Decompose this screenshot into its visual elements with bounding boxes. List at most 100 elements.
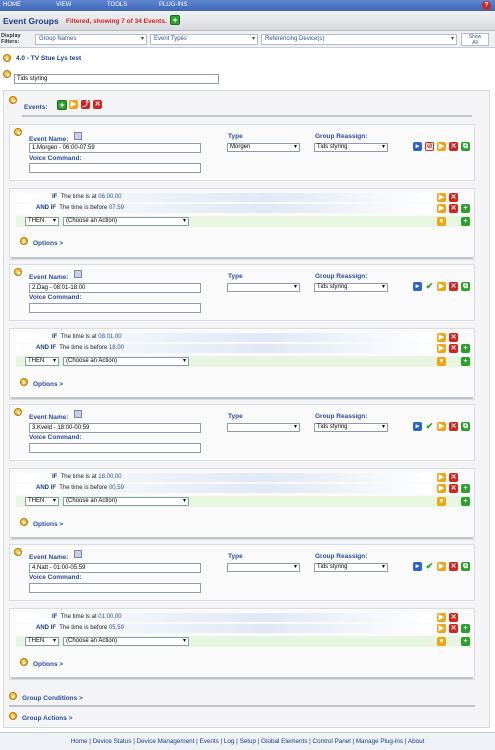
delete-group-icon[interactable]: ✕ xyxy=(93,100,102,109)
add-condition-icon[interactable]: + xyxy=(461,344,470,353)
delete-event-icon[interactable]: ✕ xyxy=(449,422,458,431)
collapse-action-icon[interactable]: ▾ xyxy=(437,357,446,366)
test-event-icon[interactable]: ▸ xyxy=(413,142,422,151)
run-condition-icon[interactable]: ▶ xyxy=(437,624,446,633)
add-condition-icon[interactable]: + xyxy=(461,624,470,633)
event-types-filter[interactable]: Event Types xyxy=(150,34,258,45)
options-link[interactable]: Options > xyxy=(33,521,63,528)
group-reassign-select[interactable]: Tids styring xyxy=(314,143,388,152)
options-link[interactable]: Options > xyxy=(33,661,63,668)
then-select[interactable]: THEN xyxy=(25,217,59,226)
voice-command-field[interactable] xyxy=(29,443,201,453)
group-names-filter[interactable]: Group Names xyxy=(35,34,147,45)
add-group-icon[interactable]: + xyxy=(170,15,180,25)
run-event-icon[interactable]: ▶ xyxy=(437,422,446,431)
copy-event-icon[interactable]: ⧉ xyxy=(461,562,470,571)
collapse-action-icon[interactable]: ▾ xyxy=(437,637,446,646)
copy-event-icon[interactable]: ⧉ xyxy=(461,422,470,431)
menu-tools[interactable]: TOOLS xyxy=(107,2,127,8)
options-link[interactable]: Options > xyxy=(33,381,63,388)
test-event-icon[interactable]: ▸ xyxy=(413,562,422,571)
delete-condition-icon[interactable]: ✕ xyxy=(449,193,458,202)
footer-home[interactable]: Home xyxy=(71,738,88,745)
run-condition-icon[interactable]: ▶ xyxy=(437,484,446,493)
voice-command-field[interactable] xyxy=(29,163,201,173)
add-condition-icon[interactable]: + xyxy=(461,204,470,213)
delete-condition-icon[interactable]: ✕ xyxy=(449,484,458,493)
menu-plugins[interactable]: PLUG-INS xyxy=(159,2,187,8)
delete-condition-icon[interactable]: ✕ xyxy=(449,333,458,342)
run-event-icon[interactable]: ▶ xyxy=(437,562,446,571)
delete-condition-icon[interactable]: ✕ xyxy=(449,473,458,482)
delete-condition-icon[interactable]: ✕ xyxy=(449,344,458,353)
add-action-icon[interactable]: + xyxy=(461,217,470,226)
group-reassign-select[interactable]: Tids styring xyxy=(314,423,388,432)
expand-options-icon[interactable] xyxy=(20,237,28,245)
event-type-select[interactable] xyxy=(227,563,300,572)
expand-group-actions-icon[interactable] xyxy=(9,712,17,720)
event-name-field[interactable]: 3.Kveld - 18:00-00:59 xyxy=(29,423,201,433)
then-select[interactable]: THEN xyxy=(25,637,59,646)
footer-events[interactable]: Events xyxy=(200,738,219,745)
run-event-icon[interactable]: ▶ xyxy=(437,282,446,291)
enabled-check-icon[interactable]: ✔ xyxy=(425,562,434,571)
delete-event-icon[interactable]: ✕ xyxy=(449,562,458,571)
event-name-field[interactable]: 4.Natt - 01:00-05:59 xyxy=(29,563,201,573)
copy-event-icon[interactable]: ⧉ xyxy=(461,142,470,151)
collapse-event-icon[interactable] xyxy=(14,268,22,276)
referencing-devices-filter[interactable]: Referencing Device(s) xyxy=(261,34,457,45)
footer-global-elements[interactable]: Global Elements xyxy=(261,738,307,745)
collapse-action-icon[interactable]: ▾ xyxy=(437,497,446,506)
group-conditions-link[interactable]: Group Conditions > xyxy=(22,695,83,702)
add-event-icon[interactable]: + xyxy=(57,100,67,110)
footer-control-panel[interactable]: Control Panel xyxy=(313,738,351,745)
collapse-event-icon[interactable] xyxy=(14,128,22,136)
run-event-icon[interactable]: ▶ xyxy=(437,142,446,151)
expand-group-conditions-icon[interactable] xyxy=(9,692,17,700)
group-reassign-select[interactable]: Tids styring xyxy=(314,283,388,292)
add-action-icon[interactable]: + xyxy=(461,637,470,646)
voice-command-field[interactable] xyxy=(29,303,201,313)
add-action-icon[interactable]: + xyxy=(461,497,470,506)
then-select[interactable]: THEN xyxy=(25,497,59,506)
expand-group-icon[interactable] xyxy=(3,54,11,62)
disable-group-icon[interactable]: ⤴ xyxy=(81,100,90,109)
delete-condition-icon[interactable]: ✕ xyxy=(449,204,458,213)
show-all-button[interactable]: Show All xyxy=(461,33,489,46)
expand-options-icon[interactable] xyxy=(20,658,28,666)
event-type-select[interactable] xyxy=(227,423,300,432)
group-name-field[interactable]: Tids styring xyxy=(14,74,219,84)
collapse-group-icon[interactable] xyxy=(3,70,11,78)
voice-command-field[interactable] xyxy=(29,583,201,593)
footer-log[interactable]: Log xyxy=(224,738,235,745)
event-properties-icon[interactable] xyxy=(74,132,82,140)
collapse-event-icon[interactable] xyxy=(14,408,22,416)
collapse-event-icon[interactable] xyxy=(14,548,22,556)
enabled-check-icon[interactable]: ✔ xyxy=(425,282,434,291)
action-select[interactable]: (Choose an Action) xyxy=(63,497,189,506)
run-condition-icon[interactable]: ▶ xyxy=(437,333,446,342)
run-condition-icon[interactable]: ▶ xyxy=(437,193,446,202)
group-reassign-select[interactable]: Tids styring xyxy=(314,563,388,572)
group-actions-link[interactable]: Group Actions > xyxy=(22,715,73,722)
event-type-select[interactable]: Morgen xyxy=(227,143,300,152)
action-select[interactable]: (Choose an Action) xyxy=(63,217,189,226)
action-select[interactable]: (Choose an Action) xyxy=(63,637,189,646)
run-condition-icon[interactable]: ▶ xyxy=(437,473,446,482)
delete-event-icon[interactable]: ✕ xyxy=(449,142,458,151)
menu-view[interactable]: VIEW xyxy=(56,2,71,8)
collapse-action-icon[interactable]: ▾ xyxy=(437,217,446,226)
run-condition-icon[interactable]: ▶ xyxy=(437,613,446,622)
run-condition-icon[interactable]: ▶ xyxy=(437,344,446,353)
event-properties-icon[interactable] xyxy=(74,270,82,278)
then-select[interactable]: THEN xyxy=(25,357,59,366)
footer-device-status[interactable]: Device Status xyxy=(93,738,132,745)
footer-manage-plugins[interactable]: Manage Plug-ins xyxy=(356,738,403,745)
footer-about[interactable]: About xyxy=(408,738,424,745)
add-condition-icon[interactable]: + xyxy=(461,484,470,493)
test-event-icon[interactable]: ▸ xyxy=(413,422,422,431)
delete-condition-icon[interactable]: ✕ xyxy=(449,613,458,622)
action-select[interactable]: (Choose an Action) xyxy=(63,357,189,366)
footer-setup[interactable]: Setup xyxy=(240,738,256,745)
event-properties-icon[interactable] xyxy=(74,550,82,558)
